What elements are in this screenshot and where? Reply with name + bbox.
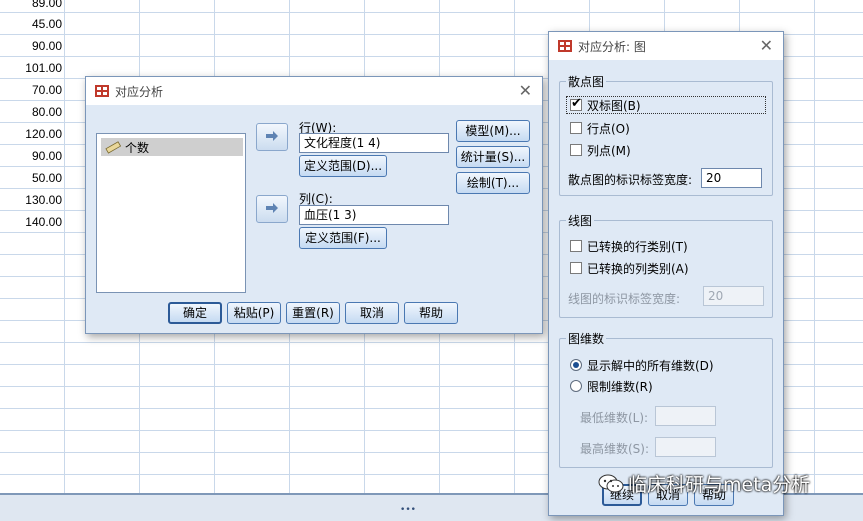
- move-to-row-button[interactable]: [256, 123, 288, 151]
- cell-value[interactable]: 140.00: [0, 215, 62, 229]
- cell-value[interactable]: 90.00: [0, 149, 62, 163]
- show-all-dimensions-radio[interactable]: [570, 359, 582, 371]
- cell-value[interactable]: 130.00: [0, 193, 62, 207]
- restrict-dimensions-radio[interactable]: [570, 380, 582, 392]
- line-plot-group: 线图 已转换的行类别(T) 已转换的列类别(A) 线图的标识标签宽度: 20: [559, 212, 773, 318]
- cell-value[interactable]: 89.00: [0, 0, 62, 10]
- close-icon[interactable]: ✕: [760, 36, 773, 55]
- dialog-title: 对应分析: 图: [578, 39, 646, 54]
- checkmark-icon: ✔: [571, 96, 582, 111]
- variable-label: 个数: [125, 140, 150, 155]
- dialog-titlebar: 对应分析: 图 ✕: [549, 32, 783, 60]
- row-points-checkbox[interactable]: [570, 122, 582, 134]
- spss-app-icon: [94, 83, 110, 99]
- line-label-width-field[interactable]: 20: [703, 286, 764, 306]
- reset-button[interactable]: 重置(R): [286, 302, 340, 324]
- transformed-column-checkbox[interactable]: [570, 262, 582, 274]
- transformed-row-label: 已转换的行类别(T): [587, 240, 688, 254]
- biplot-label: 双标图(B): [587, 99, 641, 113]
- spss-app-icon: [557, 38, 573, 54]
- move-to-column-button[interactable]: [256, 195, 288, 223]
- cancel-button[interactable]: 取消: [345, 302, 399, 324]
- transformed-column-label: 已转换的列类别(A): [587, 262, 689, 276]
- cell-value[interactable]: 50.00: [0, 171, 62, 185]
- cell-value[interactable]: 70.00: [0, 83, 62, 97]
- variable-list[interactable]: 个数: [96, 133, 246, 293]
- arrow-right-icon: [264, 129, 280, 146]
- transformed-row-checkbox[interactable]: [570, 240, 582, 252]
- cell-value[interactable]: 45.00: [0, 17, 62, 31]
- line-label-width-label: 线图的标识标签宽度:: [568, 292, 681, 306]
- group-title: 图维数: [566, 330, 607, 347]
- grid-line: [0, 12, 863, 13]
- splitter-grip-icon[interactable]: •••: [400, 506, 416, 515]
- max-dimension-label: 最高维数(S):: [580, 442, 650, 456]
- column-points-checkbox[interactable]: [570, 144, 582, 156]
- min-dimension-field[interactable]: [655, 406, 716, 426]
- plots-dialog: 对应分析: 图 ✕ 散点图 ✔ 双标图(B) 行点(O) 列点(M) 散点图的标…: [548, 31, 784, 516]
- grid-line: [64, 0, 65, 493]
- arrow-right-icon: [264, 201, 280, 218]
- watermark: 临床科研与meta分析: [598, 470, 810, 497]
- watermark-text: 临床科研与meta分析: [628, 474, 811, 496]
- min-dimension-label: 最低维数(L):: [580, 411, 649, 425]
- scatter-label-width-field[interactable]: 20: [701, 168, 762, 188]
- correspondence-analysis-dialog: 对应分析 ✕ 个数 行(W): 文化程度(1 4) 定义范围(D)... 列(C…: [85, 76, 543, 334]
- group-title: 散点图: [566, 73, 607, 90]
- ruler-icon: [105, 140, 122, 154]
- statistics-button[interactable]: 统计量(S)...: [456, 146, 530, 168]
- row-points-label: 行点(O): [587, 122, 630, 136]
- restrict-dimensions-label: 限制维数(R): [587, 380, 653, 394]
- grid-line: [814, 0, 815, 493]
- plot-dimensions-group: 图维数 显示解中的所有维数(D) 限制维数(R) 最低维数(L): 最高维数(S…: [559, 330, 773, 468]
- close-icon[interactable]: ✕: [519, 81, 532, 100]
- define-row-range-button[interactable]: 定义范围(D)...: [299, 155, 387, 177]
- biplot-checkbox[interactable]: ✔: [570, 96, 582, 111]
- column-variable-field[interactable]: 血压(1 3): [299, 205, 449, 225]
- plots-button[interactable]: 绘制(T)...: [456, 172, 530, 194]
- ok-button[interactable]: 确定: [168, 302, 222, 324]
- cell-value[interactable]: 80.00: [0, 105, 62, 119]
- dialog-titlebar: 对应分析 ✕: [86, 77, 542, 105]
- paste-button[interactable]: 粘贴(P): [227, 302, 281, 324]
- list-item[interactable]: 个数: [101, 138, 243, 156]
- help-button[interactable]: 帮助: [404, 302, 458, 324]
- define-column-range-button[interactable]: 定义范围(F)...: [299, 227, 387, 249]
- max-dimension-field[interactable]: [655, 437, 716, 457]
- cell-value[interactable]: 90.00: [0, 39, 62, 53]
- wechat-icon: [598, 473, 624, 495]
- radio-dot-icon: [573, 362, 579, 368]
- model-button[interactable]: 模型(M)...: [456, 120, 530, 142]
- scatter-label-width-label: 散点图的标识标签宽度:: [568, 173, 693, 187]
- group-title: 线图: [566, 212, 595, 229]
- cell-value[interactable]: 101.00: [0, 61, 62, 75]
- dialog-title: 对应分析: [115, 84, 164, 99]
- row-variable-field[interactable]: 文化程度(1 4): [299, 133, 449, 153]
- cell-value[interactable]: 120.00: [0, 127, 62, 141]
- show-all-dimensions-label: 显示解中的所有维数(D): [587, 359, 714, 373]
- column-points-label: 列点(M): [587, 144, 631, 158]
- scatterplot-group: 散点图 ✔ 双标图(B) 行点(O) 列点(M) 散点图的标识标签宽度: 20: [559, 73, 773, 196]
